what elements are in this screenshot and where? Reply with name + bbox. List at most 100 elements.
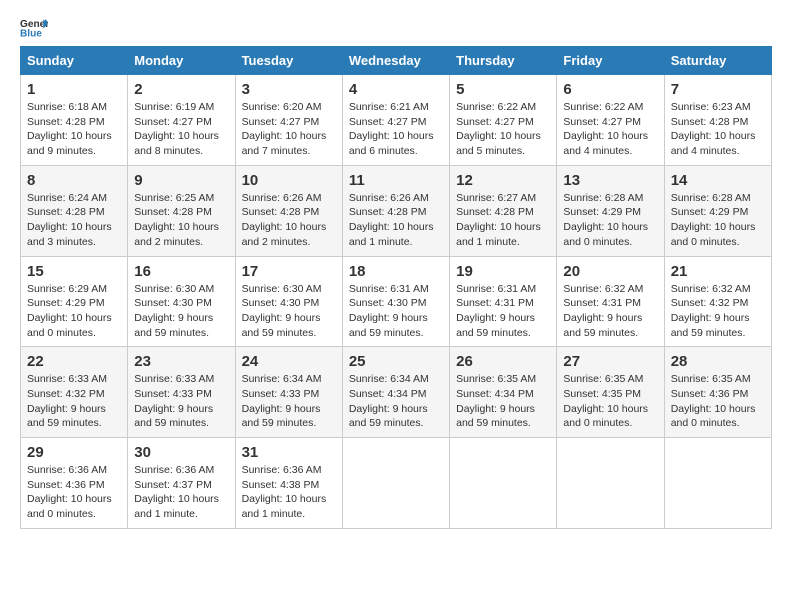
day-cell [450,438,557,529]
day-info: Sunrise: 6:30 AMSunset: 4:30 PMDaylight:… [242,283,322,339]
day-number: 7 [671,81,765,98]
day-cell: 2 Sunrise: 6:19 AMSunset: 4:27 PMDayligh… [128,75,235,166]
day-cell: 11 Sunrise: 6:26 AMSunset: 4:28 PMDaylig… [342,165,449,256]
day-number: 31 [242,444,336,461]
day-number: 4 [349,81,443,98]
day-number: 22 [27,353,121,370]
day-cell: 31 Sunrise: 6:36 AMSunset: 4:38 PMDaylig… [235,438,342,529]
day-number: 3 [242,81,336,98]
header: General Blue [20,16,772,38]
day-cell [557,438,664,529]
day-info: Sunrise: 6:27 AMSunset: 4:28 PMDaylight:… [456,192,541,248]
day-number: 23 [134,353,228,370]
day-info: Sunrise: 6:22 AMSunset: 4:27 PMDaylight:… [456,101,541,157]
day-cell: 15 Sunrise: 6:29 AMSunset: 4:29 PMDaylig… [21,256,128,347]
day-info: Sunrise: 6:28 AMSunset: 4:29 PMDaylight:… [563,192,648,248]
day-info: Sunrise: 6:25 AMSunset: 4:28 PMDaylight:… [134,192,219,248]
day-number: 10 [242,172,336,189]
logo: General Blue [20,16,52,38]
day-info: Sunrise: 6:34 AMSunset: 4:34 PMDaylight:… [349,373,429,429]
calendar-table: SundayMondayTuesdayWednesdayThursdayFrid… [20,46,772,529]
day-info: Sunrise: 6:22 AMSunset: 4:27 PMDaylight:… [563,101,648,157]
day-info: Sunrise: 6:20 AMSunset: 4:27 PMDaylight:… [242,101,327,157]
day-info: Sunrise: 6:32 AMSunset: 4:31 PMDaylight:… [563,283,643,339]
day-cell: 29 Sunrise: 6:36 AMSunset: 4:36 PMDaylig… [21,438,128,529]
day-cell: 20 Sunrise: 6:32 AMSunset: 4:31 PMDaylig… [557,256,664,347]
day-number: 21 [671,263,765,280]
week-row-3: 15 Sunrise: 6:29 AMSunset: 4:29 PMDaylig… [21,256,772,347]
day-cell: 13 Sunrise: 6:28 AMSunset: 4:29 PMDaylig… [557,165,664,256]
day-number: 27 [563,353,657,370]
col-header-friday: Friday [557,47,664,75]
day-cell: 10 Sunrise: 6:26 AMSunset: 4:28 PMDaylig… [235,165,342,256]
day-info: Sunrise: 6:28 AMSunset: 4:29 PMDaylight:… [671,192,756,248]
day-cell: 22 Sunrise: 6:33 AMSunset: 4:32 PMDaylig… [21,347,128,438]
day-number: 29 [27,444,121,461]
day-info: Sunrise: 6:18 AMSunset: 4:28 PMDaylight:… [27,101,112,157]
day-cell: 6 Sunrise: 6:22 AMSunset: 4:27 PMDayligh… [557,75,664,166]
day-cell: 21 Sunrise: 6:32 AMSunset: 4:32 PMDaylig… [664,256,771,347]
week-row-5: 29 Sunrise: 6:36 AMSunset: 4:36 PMDaylig… [21,438,772,529]
day-number: 16 [134,263,228,280]
header-row: SundayMondayTuesdayWednesdayThursdayFrid… [21,47,772,75]
day-cell: 18 Sunrise: 6:31 AMSunset: 4:30 PMDaylig… [342,256,449,347]
day-cell: 14 Sunrise: 6:28 AMSunset: 4:29 PMDaylig… [664,165,771,256]
day-info: Sunrise: 6:21 AMSunset: 4:27 PMDaylight:… [349,101,434,157]
day-number: 24 [242,353,336,370]
day-number: 25 [349,353,443,370]
day-cell: 8 Sunrise: 6:24 AMSunset: 4:28 PMDayligh… [21,165,128,256]
day-number: 9 [134,172,228,189]
day-info: Sunrise: 6:34 AMSunset: 4:33 PMDaylight:… [242,373,322,429]
day-info: Sunrise: 6:31 AMSunset: 4:30 PMDaylight:… [349,283,429,339]
day-info: Sunrise: 6:33 AMSunset: 4:32 PMDaylight:… [27,373,107,429]
day-cell: 5 Sunrise: 6:22 AMSunset: 4:27 PMDayligh… [450,75,557,166]
week-row-2: 8 Sunrise: 6:24 AMSunset: 4:28 PMDayligh… [21,165,772,256]
day-info: Sunrise: 6:24 AMSunset: 4:28 PMDaylight:… [27,192,112,248]
day-info: Sunrise: 6:26 AMSunset: 4:28 PMDaylight:… [349,192,434,248]
day-number: 11 [349,172,443,189]
col-header-monday: Monday [128,47,235,75]
col-header-tuesday: Tuesday [235,47,342,75]
day-cell [664,438,771,529]
day-cell: 12 Sunrise: 6:27 AMSunset: 4:28 PMDaylig… [450,165,557,256]
day-info: Sunrise: 6:23 AMSunset: 4:28 PMDaylight:… [671,101,756,157]
day-cell: 24 Sunrise: 6:34 AMSunset: 4:33 PMDaylig… [235,347,342,438]
day-number: 18 [349,263,443,280]
day-number: 15 [27,263,121,280]
day-info: Sunrise: 6:32 AMSunset: 4:32 PMDaylight:… [671,283,751,339]
day-number: 12 [456,172,550,189]
day-number: 1 [27,81,121,98]
day-number: 19 [456,263,550,280]
week-row-4: 22 Sunrise: 6:33 AMSunset: 4:32 PMDaylig… [21,347,772,438]
day-info: Sunrise: 6:36 AMSunset: 4:37 PMDaylight:… [134,464,219,520]
day-cell: 28 Sunrise: 6:35 AMSunset: 4:36 PMDaylig… [664,347,771,438]
day-info: Sunrise: 6:35 AMSunset: 4:36 PMDaylight:… [671,373,756,429]
day-number: 28 [671,353,765,370]
day-info: Sunrise: 6:30 AMSunset: 4:30 PMDaylight:… [134,283,214,339]
day-cell: 7 Sunrise: 6:23 AMSunset: 4:28 PMDayligh… [664,75,771,166]
day-info: Sunrise: 6:26 AMSunset: 4:28 PMDaylight:… [242,192,327,248]
svg-text:Blue: Blue [20,28,42,38]
day-cell: 1 Sunrise: 6:18 AMSunset: 4:28 PMDayligh… [21,75,128,166]
day-number: 8 [27,172,121,189]
day-info: Sunrise: 6:33 AMSunset: 4:33 PMDaylight:… [134,373,214,429]
day-cell: 9 Sunrise: 6:25 AMSunset: 4:28 PMDayligh… [128,165,235,256]
day-number: 5 [456,81,550,98]
day-info: Sunrise: 6:36 AMSunset: 4:36 PMDaylight:… [27,464,112,520]
day-number: 6 [563,81,657,98]
day-cell: 4 Sunrise: 6:21 AMSunset: 4:27 PMDayligh… [342,75,449,166]
col-header-saturday: Saturday [664,47,771,75]
day-cell: 19 Sunrise: 6:31 AMSunset: 4:31 PMDaylig… [450,256,557,347]
day-info: Sunrise: 6:19 AMSunset: 4:27 PMDaylight:… [134,101,219,157]
day-info: Sunrise: 6:36 AMSunset: 4:38 PMDaylight:… [242,464,327,520]
day-number: 30 [134,444,228,461]
col-header-thursday: Thursday [450,47,557,75]
day-info: Sunrise: 6:35 AMSunset: 4:35 PMDaylight:… [563,373,648,429]
day-info: Sunrise: 6:29 AMSunset: 4:29 PMDaylight:… [27,283,112,339]
day-number: 13 [563,172,657,189]
day-info: Sunrise: 6:31 AMSunset: 4:31 PMDaylight:… [456,283,536,339]
day-number: 20 [563,263,657,280]
day-number: 2 [134,81,228,98]
day-number: 14 [671,172,765,189]
col-header-sunday: Sunday [21,47,128,75]
